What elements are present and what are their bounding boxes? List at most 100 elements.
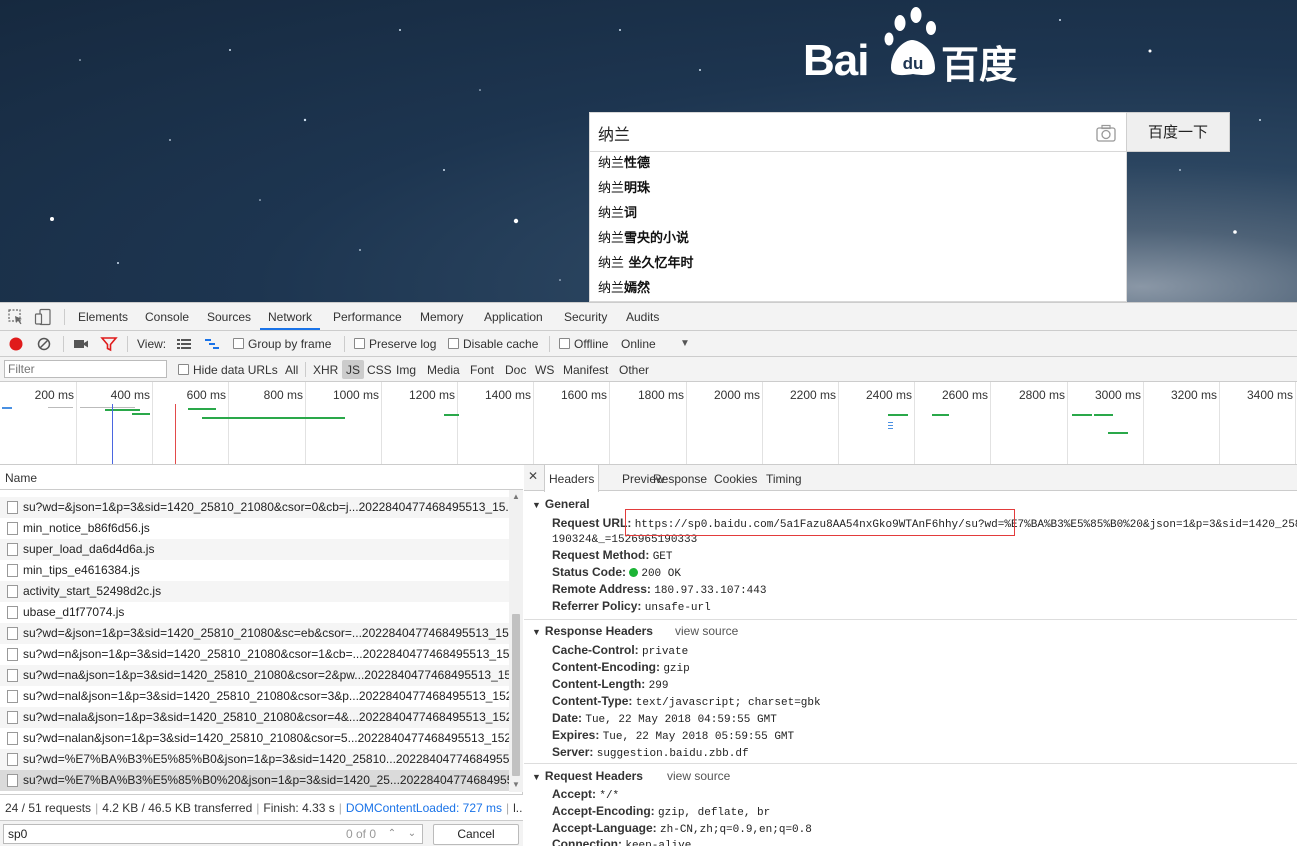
request-list-panel: Name su?wd=&json=1&p=3&sid=1420_25810_21… xyxy=(0,465,523,846)
filter-type-img[interactable]: Img xyxy=(396,357,416,382)
tab-console[interactable]: Console xyxy=(145,303,189,330)
find-bar: sp0 0 of 0 ⌃ ⌄ Cancel xyxy=(0,820,523,846)
filter-type-manifest[interactable]: Manifest xyxy=(563,357,608,382)
load-marker xyxy=(175,404,176,464)
tab-performance[interactable]: Performance xyxy=(333,303,402,330)
find-next-icon[interactable]: ⌄ xyxy=(403,824,421,844)
filter-type-xhr[interactable]: XHR xyxy=(313,357,338,382)
search-input[interactable] xyxy=(598,122,1078,144)
suggestion-item[interactable]: 纳兰词 xyxy=(590,202,1126,227)
camera-capture-icon[interactable] xyxy=(72,335,90,353)
throttle-select[interactable]: Online ▼ xyxy=(621,331,693,357)
offline-checkbox[interactable]: Offline xyxy=(559,331,608,357)
filter-type-font[interactable]: Font xyxy=(470,357,494,382)
tab-audits[interactable]: Audits xyxy=(626,303,659,330)
table-row-selected[interactable]: su?wd=%E7%BA%B3%E5%85%B0%20&json=1&p=3&s… xyxy=(0,770,509,791)
response-header-row: Server: suggestion.baidu.zbb.df xyxy=(552,745,749,760)
checkbox-icon xyxy=(354,338,365,349)
logo-chinese-text: 百度 xyxy=(941,43,1018,87)
request-list-scrollbar[interactable]: ▲ ▼ xyxy=(509,490,523,792)
status-code-row: Status Code: 200 OK xyxy=(552,565,681,580)
tab-sources[interactable]: Sources xyxy=(207,303,251,330)
triangle-down-icon: ▼ xyxy=(532,772,541,782)
tab-memory[interactable]: Memory xyxy=(420,303,463,330)
suggestion-item[interactable]: 纳兰性德 xyxy=(590,152,1126,177)
record-icon[interactable] xyxy=(7,335,25,353)
filter-type-media[interactable]: Media xyxy=(427,357,460,382)
tab-application[interactable]: Application xyxy=(484,303,543,330)
timeline-tick-label: 600 ms xyxy=(186,388,226,402)
filter-type-all[interactable]: All xyxy=(285,357,298,382)
scroll-thumb[interactable] xyxy=(512,614,520,776)
table-row[interactable]: su?wd=&json=1&p=3&sid=1420_25810_21080&s… xyxy=(0,623,509,644)
inspect-element-icon[interactable] xyxy=(7,308,25,326)
filter-icon[interactable] xyxy=(100,335,118,353)
filter-type-css[interactable]: CSS xyxy=(367,357,392,382)
table-row[interactable]: super_load_da6d4d6a.js xyxy=(0,539,509,560)
filter-type-other[interactable]: Other xyxy=(619,357,649,382)
tab-headers[interactable]: Headers xyxy=(544,465,600,492)
filter-type-doc[interactable]: Doc xyxy=(505,357,526,382)
timeline-overview[interactable]: 200 ms 400 ms 600 ms 800 ms 1000 ms 1200 ms 14… xyxy=(0,382,1297,465)
table-row[interactable]: ubase_d1f77074.js xyxy=(0,602,509,623)
suggestion-item[interactable]: 纳兰雪央的小说 xyxy=(590,227,1126,252)
timeline-bar xyxy=(1072,414,1092,416)
response-header-row: Cache-Control: private xyxy=(552,643,689,658)
table-row[interactable]: su?wd=nalan&json=1&p=3&sid=1420_25810_21… xyxy=(0,728,509,749)
table-row[interactable]: min_notice_b86f6d56.js xyxy=(0,518,509,539)
group-by-frame-checkbox[interactable]: Group by frame xyxy=(233,331,331,357)
timeline-gridline xyxy=(152,382,153,464)
table-row[interactable]: activity_start_52498d2c.js xyxy=(0,581,509,602)
filter-type-ws[interactable]: WS xyxy=(535,357,554,382)
tab-timing[interactable]: Timing xyxy=(766,465,802,491)
suggestion-item[interactable]: 纳兰 坐久忆年时 xyxy=(590,252,1126,277)
general-toggle[interactable]: ▼ General xyxy=(532,497,590,511)
file-icon xyxy=(7,564,18,577)
disable-cache-checkbox[interactable]: Disable cache xyxy=(448,331,538,357)
response-view-source-link[interactable]: view source xyxy=(675,624,738,638)
table-row[interactable] xyxy=(0,490,509,497)
search-button[interactable]: 百度一下 xyxy=(1126,112,1230,152)
table-row[interactable]: su?wd=%E7%BA%B3%E5%85%B0&json=1&p=3&sid=… xyxy=(0,749,509,770)
name-column-header[interactable]: Name xyxy=(0,465,523,490)
request-headers-toggle[interactable]: ▼ Request Headers xyxy=(532,769,643,783)
list-view-icon[interactable] xyxy=(175,335,193,353)
table-row[interactable]: su?wd=n&json=1&p=3&sid=1420_25810_21080&… xyxy=(0,644,509,665)
checkbox-icon xyxy=(448,338,459,349)
timeline-tick-label: 2000 ms xyxy=(713,388,760,402)
tab-network[interactable]: Network xyxy=(260,303,321,330)
timeline-tick-label: 1600 ms xyxy=(560,388,607,402)
tab-cookies[interactable]: Cookies xyxy=(714,465,757,491)
table-row[interactable]: min_tips_e4616384.js xyxy=(0,560,509,581)
filter-input[interactable] xyxy=(4,360,167,378)
cancel-button[interactable]: Cancel xyxy=(433,824,519,845)
table-row[interactable]: su?wd=nala&json=1&p=3&sid=1420_25810_210… xyxy=(0,707,509,728)
camera-icon[interactable] xyxy=(1096,124,1116,142)
device-toolbar-icon[interactable] xyxy=(34,308,52,326)
timeline-tick-label: 2600 ms xyxy=(941,388,988,402)
table-row[interactable]: su?wd=na&json=1&p=3&sid=1420_25810_21080… xyxy=(0,665,509,686)
close-icon[interactable]: ✕ xyxy=(528,469,538,483)
hide-data-urls-checkbox[interactable]: Hide data URLs xyxy=(178,357,278,382)
timeline-tick-label: 1200 ms xyxy=(408,388,455,402)
tab-security[interactable]: Security xyxy=(564,303,607,330)
request-view-source-link[interactable]: view source xyxy=(667,769,730,783)
suggestion-item[interactable]: 纳兰嫣然 xyxy=(590,277,1126,301)
timeline-bar xyxy=(105,409,140,411)
timeline-tick-label: 200 ms xyxy=(34,388,74,402)
response-headers-toggle[interactable]: ▼ Response Headers xyxy=(532,624,653,638)
preserve-log-checkbox[interactable]: Preserve log xyxy=(354,331,436,357)
file-icon xyxy=(7,669,18,682)
scroll-up-icon[interactable]: ▲ xyxy=(512,492,520,501)
tab-elements[interactable]: Elements xyxy=(78,303,128,330)
table-row[interactable]: su?wd=&json=1&p=3&sid=1420_25810_21080&c… xyxy=(0,497,509,518)
find-previous-icon[interactable]: ⌃ xyxy=(383,824,401,844)
suggestion-item[interactable]: 纳兰明珠 xyxy=(590,177,1126,202)
timeline-gridline xyxy=(838,382,839,464)
table-row[interactable]: su?wd=nal&json=1&p=3&sid=1420_25810_2108… xyxy=(0,686,509,707)
filter-type-js[interactable]: JS xyxy=(342,360,365,379)
tab-response[interactable]: Response xyxy=(653,465,707,491)
waterfall-view-icon[interactable] xyxy=(203,335,221,353)
scroll-down-icon[interactable]: ▼ xyxy=(512,780,520,789)
clear-icon[interactable] xyxy=(35,335,53,353)
